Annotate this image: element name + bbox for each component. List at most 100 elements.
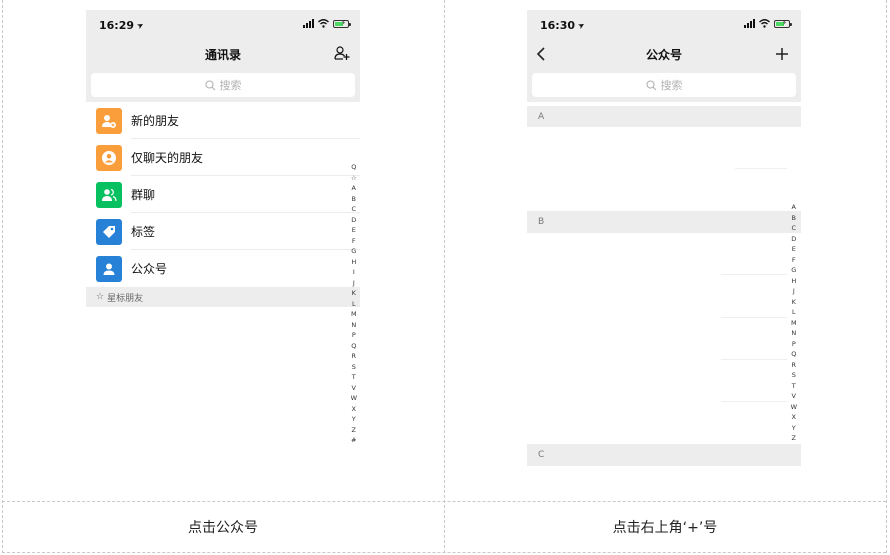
group-a-list [527, 127, 801, 211]
index-letter[interactable]: J [353, 278, 355, 289]
index-letter[interactable]: W [791, 402, 797, 413]
section-label: 星标朋友 [107, 293, 144, 304]
index-letter[interactable]: B [352, 194, 356, 205]
index-letter[interactable]: Z [352, 425, 356, 436]
list-item-label: 群聊 [131, 188, 156, 202]
add-icon[interactable] [775, 47, 789, 61]
index-letter[interactable]: X [792, 412, 796, 423]
index-letter[interactable]: T [792, 381, 796, 392]
index-letter[interactable]: J [793, 286, 795, 297]
signal-icon [744, 19, 755, 28]
search-input[interactable]: 搜索 [532, 73, 796, 97]
search-placeholder: 搜索 [219, 79, 242, 92]
nav-bar: 通讯录 [86, 40, 360, 68]
location-arrow-icon: ➤ [135, 19, 146, 31]
search-bar: 搜索 [527, 68, 801, 102]
index-letter[interactable]: H [791, 276, 796, 287]
index-letter[interactable]: C [352, 204, 357, 215]
index-letter[interactable]: T [352, 372, 356, 383]
table-column-divider [444, 0, 445, 553]
nav-bar: 公众号 [527, 40, 801, 68]
index-letter[interactable]: C [792, 223, 797, 234]
index-letter[interactable]: G [351, 246, 356, 257]
index-letter[interactable]: Q [791, 349, 796, 360]
status-bar: 16:29 ➤ ⚡ [86, 10, 360, 40]
index-letter[interactable]: S [352, 362, 356, 373]
group-header-b: B [527, 211, 801, 233]
index-letter[interactable]: N [351, 320, 356, 331]
index-letter[interactable]: B [792, 213, 796, 224]
page-title: 公众号 [645, 47, 682, 62]
list-item-label: 仅聊天的朋友 [131, 151, 204, 165]
caption-right: 点击右上角‘+’号 [612, 520, 718, 536]
index-letter[interactable]: E [352, 225, 356, 236]
index-letter[interactable]: ☆ [351, 173, 357, 184]
location-arrow-icon: ➤ [576, 19, 587, 31]
index-letter[interactable]: P [792, 339, 796, 350]
table-left-border [2, 0, 3, 553]
index-letter[interactable]: K [352, 288, 356, 299]
index-letter[interactable]: H [351, 257, 356, 268]
index-letter[interactable]: R [352, 351, 357, 362]
status-time: 16:29 [99, 18, 135, 32]
status-time: 16:30 [540, 18, 576, 32]
index-letter[interactable]: V [352, 383, 356, 394]
star-icon: ☆ [96, 292, 105, 302]
index-letter[interactable]: A [792, 202, 796, 213]
group-header-c: C [527, 444, 801, 466]
add-friend-icon[interactable] [334, 45, 350, 61]
battery-icon: ⚡ [774, 19, 792, 28]
wifi-icon [318, 19, 329, 28]
index-letter[interactable]: N [791, 328, 796, 339]
index-letter[interactable]: # [351, 435, 356, 446]
chat-only-friends-icon [96, 144, 122, 171]
index-letter[interactable]: F [352, 236, 356, 247]
add-friend-icon [96, 107, 122, 134]
index-letter[interactable]: Q [351, 341, 356, 352]
index-letter[interactable]: M [351, 309, 357, 320]
index-letter[interactable]: Z [792, 433, 796, 444]
list-item-new-friends[interactable]: 新的朋友 [86, 102, 360, 139]
search-icon [204, 79, 215, 90]
list-item-chat-only-friends[interactable]: 仅聊天的朋友 [86, 139, 360, 176]
alphabet-index[interactable]: Q ☆ A B C D E F G H I J K L M N P Q R S T V W X Y Z # [351, 162, 357, 446]
index-letter[interactable]: S [792, 370, 796, 381]
list-item-label: 标签 [131, 225, 156, 239]
index-letter[interactable]: F [792, 255, 796, 266]
list-item-official-accounts[interactable]: 公众号 [86, 250, 360, 287]
group-b-list [527, 233, 801, 444]
group-chat-icon [96, 181, 122, 208]
index-letter[interactable]: Y [352, 414, 356, 425]
back-arrow-icon[interactable] [536, 46, 546, 62]
index-letter[interactable]: P [352, 330, 356, 341]
index-letter[interactable]: D [791, 234, 796, 245]
index-letter[interactable]: X [352, 404, 356, 415]
search-input[interactable]: 搜索 [91, 73, 355, 97]
contacts-screenshot: 16:29 ➤ ⚡ 通讯录 搜索 新的朋友 仅聊天的朋友 群聊 标签 公众号 ☆… [86, 10, 360, 460]
index-letter[interactable]: A [352, 183, 356, 194]
index-letter[interactable]: V [792, 391, 796, 402]
alphabet-index[interactable]: ABCDEFGHJKLMNPQRSTVWXYZ [791, 202, 797, 444]
index-letter[interactable]: L [792, 307, 796, 318]
index-letter[interactable]: L [352, 299, 356, 310]
starred-friends-header: ☆ 星标朋友 [86, 287, 360, 307]
document-table: 点击公众号 点击右上角‘+’号 16:29 ➤ ⚡ 通讯录 搜索 新的朋友 仅聊… [0, 0, 890, 555]
index-letter[interactable]: D [351, 215, 356, 226]
search-icon [645, 79, 656, 90]
index-letter[interactable]: R [792, 360, 797, 371]
index-letter[interactable]: M [791, 318, 797, 329]
list-item-group-chats[interactable]: 群聊 [86, 176, 360, 213]
index-letter[interactable]: G [791, 265, 796, 276]
search-bar: 搜索 [86, 68, 360, 102]
list-item-tags[interactable]: 标签 [86, 213, 360, 250]
battery-icon: ⚡ [333, 19, 351, 28]
index-letter[interactable]: Q [351, 162, 356, 173]
index-letter[interactable]: E [792, 244, 796, 255]
index-letter[interactable]: K [792, 297, 796, 308]
index-letter[interactable]: W [351, 393, 357, 404]
contacts-function-list: 新的朋友 仅聊天的朋友 群聊 标签 公众号 ☆ 星标朋友 [86, 102, 360, 307]
table-right-border [886, 0, 887, 553]
index-letter[interactable]: Y [792, 423, 796, 434]
group-header-a: A [527, 106, 801, 127]
index-letter[interactable]: I [353, 267, 355, 278]
